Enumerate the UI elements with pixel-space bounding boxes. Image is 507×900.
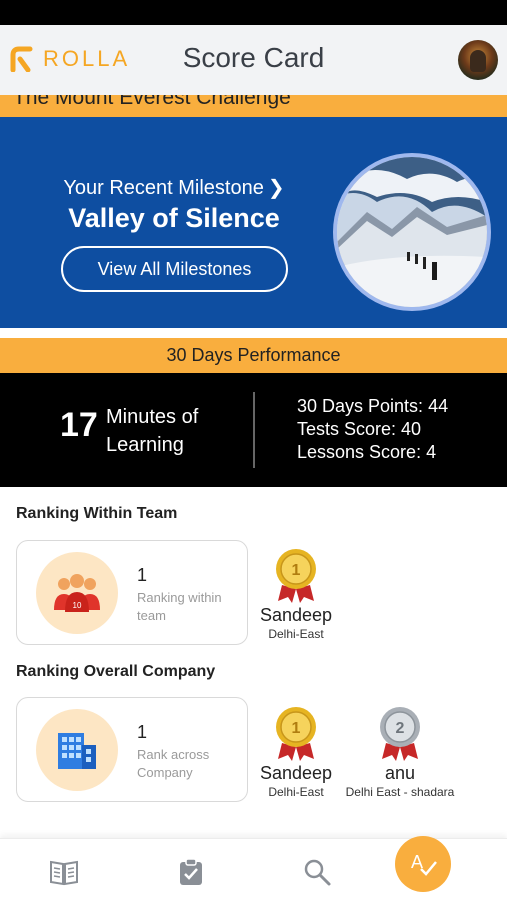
status-bar [0, 0, 507, 25]
team-winner-1[interactable]: 1 Sandeep Delhi-East [241, 545, 351, 641]
clipboard-check-icon[interactable] [176, 857, 206, 887]
building-icon [58, 733, 96, 769]
gold-medal-icon: 1 [276, 549, 316, 603]
svg-text:1: 1 [292, 562, 301, 579]
performance-panel: 17 Minutes of Learning 30 Days Points: 4… [0, 373, 507, 487]
chevron-right-icon: ❯ [267, 177, 285, 199]
performance-divider [253, 392, 255, 468]
score-card-nav-button[interactable]: A [395, 836, 451, 892]
company-rank-card[interactable]: 1 Rank across Company [16, 697, 248, 802]
view-all-milestones-button[interactable]: View All Milestones [61, 246, 288, 292]
book-icon[interactable] [49, 857, 79, 887]
winner-name: anu [384, 763, 416, 783]
winner-name: Sandeep [259, 605, 333, 625]
performance-stats: 30 Days Points: 44 Tests Score: 40 Lesso… [297, 395, 448, 464]
winner-area: Delhi-East [268, 627, 324, 641]
building-icon-circle [36, 709, 118, 791]
team-ranking-title: Ranking Within Team [16, 505, 178, 522]
score-icon: A [411, 852, 437, 876]
search-icon[interactable] [302, 857, 332, 887]
winner-area: Delhi East - shadara [345, 785, 455, 799]
silver-medal-icon: 2 [380, 707, 420, 761]
company-winner-2[interactable]: 2 anu Delhi East - shadara [334, 703, 466, 799]
lessons-score-stat: Lessons Score: 4 [297, 442, 437, 462]
team-rank-number: 1 [137, 565, 148, 585]
team-rank-label: Ranking within team [137, 590, 222, 623]
team-icon-circle: 10 [36, 552, 118, 634]
milestone-name: Valley of Silence [68, 203, 280, 233]
milestone-banner: Your Recent Milestone ❯ Valley of Silence… [0, 117, 507, 328]
performance-header: 30 Days Performance [0, 338, 507, 373]
recent-milestone-link[interactable]: Your Recent Milestone ❯ [0, 175, 348, 200]
gold-medal-icon: 1 [276, 707, 316, 761]
svg-text:1: 1 [292, 720, 301, 737]
recent-milestone-label: Your Recent Milestone [63, 177, 264, 199]
company-ranking-title: Ranking Overall Company [16, 663, 216, 680]
page-title: Score Card [182, 42, 325, 73]
mountain-landscape-image [337, 157, 487, 307]
challenge-title: The Mount Everest Challenge [13, 95, 291, 109]
avatar[interactable] [458, 40, 498, 80]
app-header: ROLLA Score Card [0, 25, 507, 95]
challenge-strip: The Mount Everest Challenge [0, 95, 507, 117]
tests-score-stat: Tests Score: 40 [297, 419, 422, 439]
team-rank-card[interactable]: 10 1 Ranking within team [16, 540, 248, 645]
svg-text:10: 10 [73, 601, 82, 610]
company-rank-number: 1 [137, 722, 148, 742]
minutes-value: 17 [60, 406, 98, 444]
points-stat: 30 Days Points: 44 [297, 396, 449, 416]
company-rank-label: Rank across Company [137, 747, 210, 780]
team-icon: 10 [54, 574, 100, 612]
minutes-label: Minutes of Learning [106, 406, 199, 456]
milestone-image [333, 153, 491, 311]
svg-text:2: 2 [396, 720, 405, 737]
bottom-nav: A [0, 836, 507, 900]
